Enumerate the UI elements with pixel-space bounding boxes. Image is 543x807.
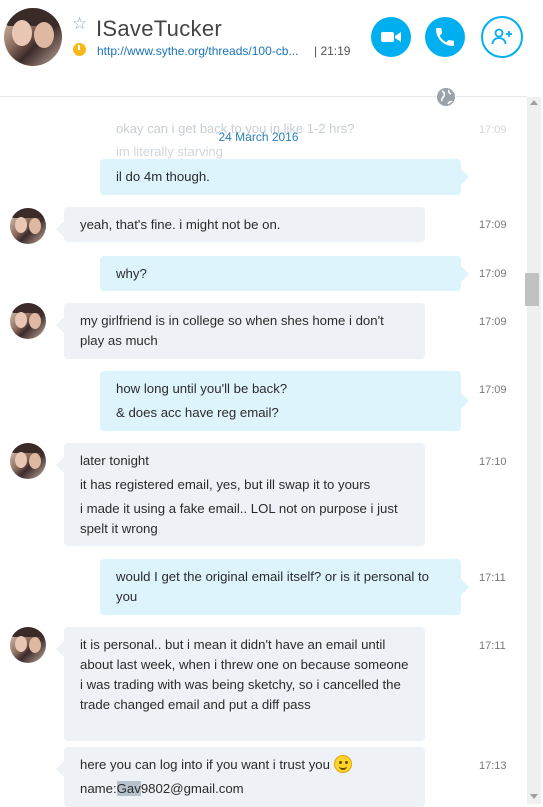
- contact-local-time: | 21:19: [314, 44, 351, 58]
- message-timestamp: 17:09: [479, 219, 507, 231]
- mood-message-link[interactable]: http://www.sythe.org/threads/100-cb...: [97, 44, 298, 58]
- incoming-message[interactable]: here you can log into if you want i trus…: [56, 747, 425, 807]
- date-separator: 24 March 2016: [218, 130, 299, 144]
- message-text: & does acc have reg email?: [116, 405, 279, 420]
- scroll-down-arrow-icon[interactable]: [530, 794, 538, 799]
- chat-scrollbar[interactable]: [527, 97, 541, 804]
- contact-name[interactable]: ISaveTucker: [96, 16, 222, 42]
- contact-avatar-small[interactable]: [10, 303, 46, 339]
- incoming-message[interactable]: my girlfriend is in college so when shes…: [56, 303, 425, 359]
- message-timestamp: 17:10: [479, 456, 507, 468]
- message-text: later tonight: [80, 453, 149, 468]
- audio-call-button[interactable]: [425, 17, 465, 57]
- contact-avatar-small[interactable]: [10, 443, 46, 479]
- incoming-message[interactable]: it is personal.. but i mean it didn't ha…: [56, 627, 425, 741]
- outgoing-message[interactable]: why?: [100, 256, 469, 291]
- incoming-message[interactable]: yeah, that's fine. i might not be on.: [56, 207, 425, 242]
- video-call-button[interactable]: [371, 17, 411, 57]
- message-timestamp: 17:13: [479, 760, 507, 772]
- smiley-emoticon-icon: [333, 755, 352, 773]
- contact-avatar[interactable]: [4, 8, 62, 66]
- message-text: yeah, that's fine. i might not be on.: [80, 217, 281, 232]
- globe-icon[interactable]: [436, 87, 456, 107]
- credential-label: name:: [80, 781, 117, 796]
- contact-avatar-small[interactable]: [10, 627, 46, 663]
- add-contact-icon: [491, 28, 512, 45]
- favorite-star-icon[interactable]: ☆: [72, 14, 87, 34]
- add-people-button[interactable]: [481, 16, 523, 58]
- message-timestamp: 17:09: [479, 316, 507, 328]
- message-text: how long until you'll be back?: [116, 381, 288, 396]
- video-call-icon: [381, 32, 401, 42]
- clock-icon: [73, 43, 86, 56]
- outgoing-message[interactable]: il do 4m though.: [100, 159, 469, 195]
- message-timestamp: 17:11: [479, 572, 506, 584]
- contact-avatar-small[interactable]: [10, 208, 46, 244]
- message-text: my girlfriend is in college so when shes…: [80, 313, 384, 348]
- message-text: il do 4m though.: [116, 169, 210, 184]
- outgoing-message[interactable]: how long until you'll be back? & does ac…: [100, 371, 469, 431]
- message-text: it has registered email, yes, but ill sw…: [80, 477, 371, 492]
- scrollbar-thumb[interactable]: [525, 273, 539, 306]
- outgoing-message[interactable]: would I get the original email itself? o…: [100, 559, 469, 615]
- message-text: why?: [116, 266, 147, 281]
- message-text: i made it using a fake email.. LOL not o…: [80, 501, 398, 536]
- message-text: it is personal.. but i mean it didn't ha…: [80, 637, 409, 712]
- message-timestamp: 17:11: [479, 640, 506, 652]
- scroll-up-arrow-icon[interactable]: [530, 100, 538, 105]
- message-text: here you can log into if you want i trus…: [80, 757, 330, 772]
- conversation-header: ☆ ISaveTucker http://www.sythe.org/threa…: [0, 0, 543, 78]
- incoming-message[interactable]: later tonight it has registered email, y…: [56, 443, 425, 546]
- message-timestamp: 17:09: [479, 268, 507, 280]
- message-text: would I get the original email itself? o…: [116, 569, 429, 604]
- selected-text-highlight[interactable]: Gav: [116, 781, 141, 796]
- audio-call-icon: [436, 28, 454, 46]
- message-timestamp: 17:09: [479, 384, 507, 396]
- faded-message-line: im literally starving: [116, 144, 223, 159]
- credential-email[interactable]: 9802@gmail.com: [141, 781, 244, 796]
